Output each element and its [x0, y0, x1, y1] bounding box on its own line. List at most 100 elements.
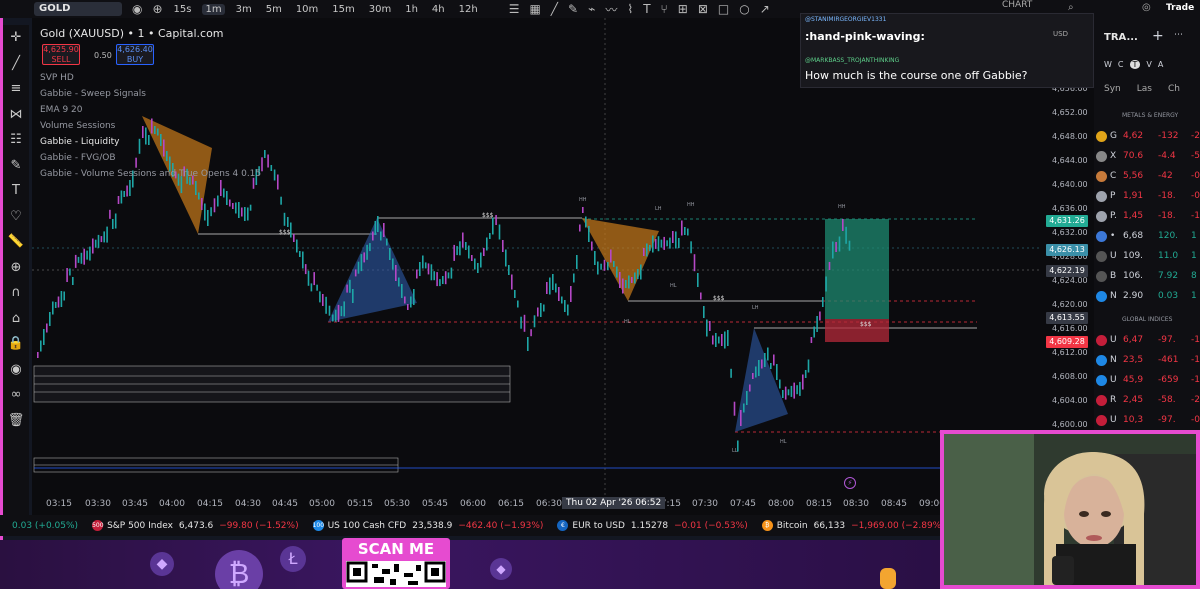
link-icon[interactable]: ∞: [11, 382, 22, 408]
watchlist-row[interactable]: P. 1,45 -18. -1: [1096, 206, 1200, 226]
list-icon[interactable]: ☰: [509, 2, 520, 16]
watchlist-row[interactable]: U 10,3 -97. -0: [1096, 410, 1200, 430]
add-symbol-icon[interactable]: ⊕: [152, 2, 162, 16]
candle: [807, 359, 810, 373]
chart-label[interactable]: CHART: [1002, 0, 1032, 10]
indicator-fvg[interactable]: Gabbie - FVG/OB: [40, 153, 116, 163]
watchlist-row[interactable]: N 2.90 0.03 1: [1096, 286, 1200, 306]
tf-3m[interactable]: 3m: [233, 4, 255, 15]
circle-icon[interactable]: ○: [739, 2, 749, 16]
pencil-icon[interactable]: ✎: [568, 2, 578, 16]
watchlist-row[interactable]: C 5,56 -42 -0: [1096, 166, 1200, 186]
add-icon[interactable]: +: [1152, 28, 1164, 44]
ticker-item[interactable]: 500 S&P 500 Index 6,473.6 −99.80 (−1.52%): [92, 520, 299, 531]
indicator-liquidity[interactable]: Gabbie - Liquidity: [40, 137, 119, 147]
brush-icon[interactable]: ⌁: [588, 2, 595, 16]
filter-t[interactable]: T: [1129, 60, 1141, 69]
tf-1h[interactable]: 1h: [402, 4, 421, 15]
watchlist-row[interactable]: G 4,62 -132 -2: [1096, 126, 1200, 146]
sell-button[interactable]: 4,625.90 SELL: [42, 44, 80, 65]
search-icon[interactable]: ⌕: [1068, 2, 1074, 13]
indicator-volume-sessions[interactable]: Volume Sessions: [40, 121, 115, 131]
section-metals[interactable]: METALS & ENERGY: [1122, 112, 1178, 119]
eye-icon[interactable]: ◉: [132, 2, 142, 16]
col-last[interactable]: Las: [1137, 84, 1152, 94]
indicator-sweep[interactable]: Gabbie - Sweep Signals: [40, 89, 146, 99]
watchlist-row[interactable]: N 23,5 -461 -1: [1096, 350, 1200, 370]
ticker-item[interactable]: € EUR to USD 1.15278 −0.01 (−0.53%): [557, 520, 748, 531]
watchlist-row[interactable]: P 1,91 -18. -0: [1096, 186, 1200, 206]
watchlist-row[interactable]: • 6,68 120. 1: [1096, 226, 1200, 246]
share-icon[interactable]: ↗: [760, 2, 770, 16]
candle: [471, 255, 473, 261]
chart-area[interactable]: Gold (XAUUSD) • 1 • Capital.com 4,625.90…: [32, 18, 1042, 515]
indicator-true-opens[interactable]: Gabbie - Volume Sessions and True Opens …: [40, 169, 261, 179]
qr-code-panel[interactable]: SCAN ME: [342, 538, 450, 589]
section-indices[interactable]: GLOBAL INDICES: [1122, 316, 1172, 323]
watchlist-row[interactable]: U 45,9 -659 -1: [1096, 370, 1200, 390]
tf-30m[interactable]: 30m: [366, 4, 394, 15]
tf-10m[interactable]: 10m: [293, 4, 321, 15]
candle: [247, 207, 249, 221]
trade-button[interactable]: Trade: [1166, 3, 1194, 13]
watchlist-row[interactable]: U 109. 11.0 1: [1096, 246, 1200, 266]
filter-v[interactable]: V: [1146, 60, 1151, 69]
watchlist-row[interactable]: X 70.6 -4.4 -5: [1096, 146, 1200, 166]
ruler-icon[interactable]: 📏: [8, 229, 24, 255]
buy-button[interactable]: 4,626.40 BUY: [116, 44, 154, 65]
filter-a[interactable]: A: [1158, 60, 1163, 69]
brush-tool-icon[interactable]: ✎: [11, 153, 22, 179]
fib-icon[interactable]: ☷: [10, 127, 22, 153]
text-tool-icon[interactable]: T: [12, 178, 20, 204]
tf-12h[interactable]: 12h: [456, 4, 481, 15]
ticker-icon: ₿: [761, 520, 773, 531]
measure-icon[interactable]: ⊞: [678, 2, 688, 16]
trash-icon[interactable]: 🗑: [8, 408, 25, 434]
watchlist-row[interactable]: U 6,47 -97. -1: [1096, 330, 1200, 350]
lock-draw-icon[interactable]: ⌂: [12, 306, 20, 332]
watchlist-title[interactable]: TRA...: [1104, 32, 1138, 43]
grid-icon[interactable]: ▦: [529, 2, 540, 16]
lightning-icon[interactable]: ⚡: [844, 477, 856, 489]
pattern-icon[interactable]: ⋈: [10, 102, 23, 128]
tf-4h[interactable]: 4h: [429, 4, 448, 15]
more-icon[interactable]: ⋯: [1174, 30, 1183, 40]
layout-icon[interactable]: ⊠: [698, 2, 708, 16]
wave-icon[interactable]: 〰: [605, 1, 617, 18]
indicator-ema[interactable]: EMA 9 20: [40, 105, 83, 115]
tf-15s[interactable]: 15s: [171, 4, 195, 15]
filter-c[interactable]: C: [1118, 60, 1124, 69]
watchlist-row[interactable]: B 106. 7.92 8: [1096, 266, 1200, 286]
zoom-icon[interactable]: ⊕: [11, 255, 22, 281]
indicator-svp[interactable]: SVP HD: [40, 73, 74, 83]
path-icon[interactable]: ⌇: [627, 2, 633, 16]
watchlist-row[interactable]: R 2,45 -58. -2: [1096, 390, 1200, 410]
magnet-icon[interactable]: ∩: [11, 280, 21, 306]
filter-w[interactable]: W: [1104, 60, 1112, 69]
lock-icon[interactable]: 🔒: [8, 331, 24, 357]
lines-icon[interactable]: ≡: [11, 76, 22, 102]
symbol-search[interactable]: GOLD: [34, 2, 122, 16]
trendline-icon[interactable]: ╱: [12, 51, 20, 77]
candle: [419, 262, 421, 276]
trend-icon[interactable]: ╱: [551, 2, 558, 16]
camera-icon[interactable]: ◎: [1142, 2, 1151, 13]
tf-5m[interactable]: 5m: [263, 4, 285, 15]
tf-1m[interactable]: 1m: [202, 3, 225, 15]
col-change[interactable]: Ch: [1168, 84, 1180, 94]
heart-icon[interactable]: ♡: [10, 204, 22, 230]
ticker-item[interactable]: 0.03 (+0.05%): [0, 521, 78, 531]
fork-icon[interactable]: ⑂: [661, 2, 668, 16]
time-axis[interactable]: 03:15 03:30 03:45 04:00 04:15 04:30 04:45 05:00…: [32, 496, 1042, 515]
square-icon[interactable]: □: [718, 2, 729, 16]
price-chart[interactable]: [32, 18, 1042, 496]
col-symbol[interactable]: Syn: [1104, 84, 1121, 94]
visibility-icon[interactable]: ◉: [10, 357, 21, 383]
ticker-item[interactable]: ₿ Bitcoin 66,133 −1,969.00 (−2.89%): [761, 520, 945, 531]
ticker-item[interactable]: 100 US 100 Cash CFD 23,538.9 −462.40 (−1.93…: [312, 520, 543, 531]
watch-change: -18.: [1158, 211, 1176, 221]
crosshair-icon[interactable]: ✛: [11, 25, 22, 51]
watch-price: 2.90: [1123, 291, 1144, 301]
text-icon[interactable]: T: [643, 2, 650, 16]
tf-15m[interactable]: 15m: [329, 4, 357, 15]
